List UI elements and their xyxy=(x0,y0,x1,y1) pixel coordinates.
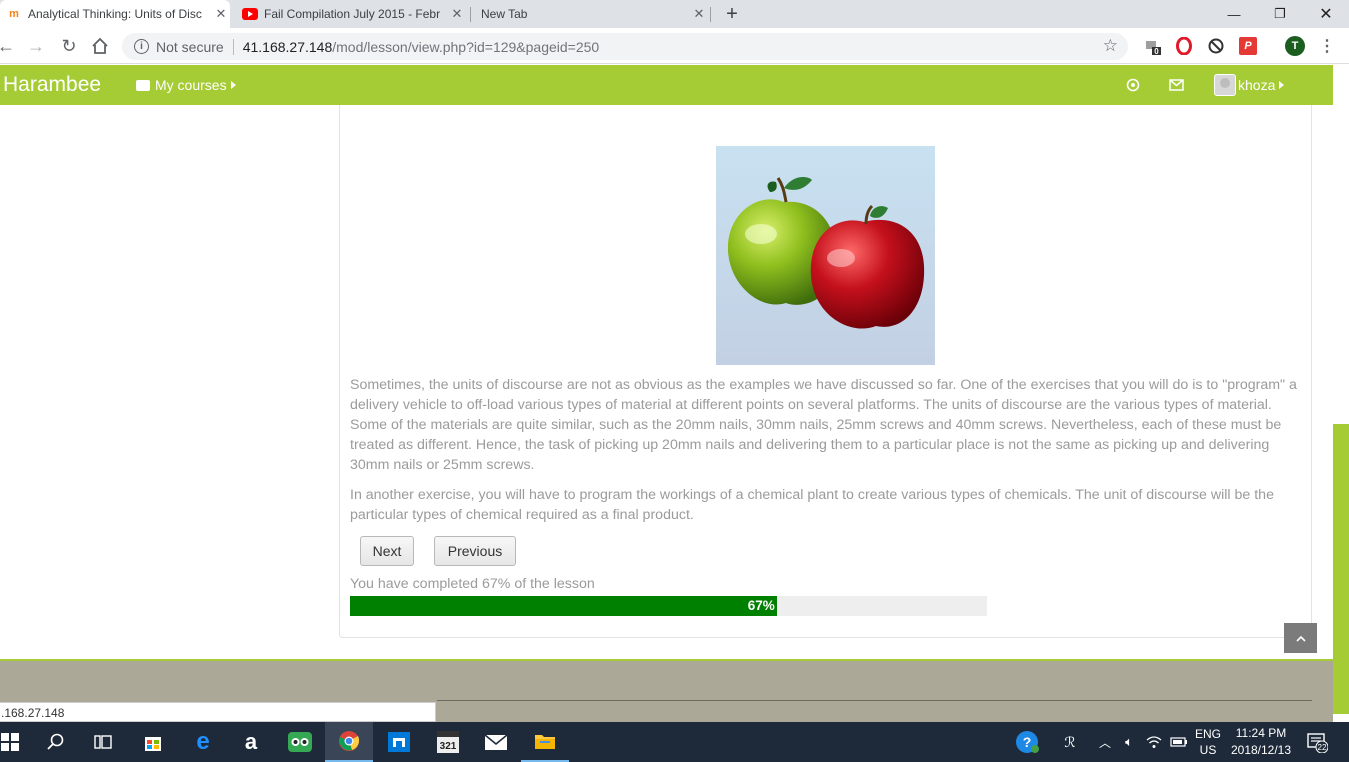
tab-title: New Tab xyxy=(481,7,528,21)
volume-icon[interactable]: 🔈︎ xyxy=(1118,722,1140,762)
wifi-icon[interactable] xyxy=(1143,722,1165,762)
tab-divider xyxy=(710,7,711,22)
tab-title: Analytical Thinking: Units of Disc xyxy=(28,7,202,21)
extension-badge-icon[interactable]: 0 xyxy=(1144,37,1162,55)
caret-right-icon xyxy=(1279,81,1285,89)
close-window-icon[interactable]: ✕ xyxy=(1303,0,1349,28)
close-tab-icon[interactable]: ✕ xyxy=(212,6,230,22)
url-path: /mod/lesson/view.php?id=129&pageid=250 xyxy=(332,38,600,55)
mail-app-icon[interactable] xyxy=(375,722,423,762)
bookmark-star-icon[interactable]: ☆ xyxy=(1103,36,1118,56)
calendar-321-icon[interactable]: 321 xyxy=(424,722,472,762)
help-icon[interactable]: ? xyxy=(1013,722,1041,762)
close-tab-icon[interactable]: ✕ xyxy=(448,6,466,22)
site-brand[interactable]: Harambee xyxy=(3,73,101,97)
p-icon[interactable]: P xyxy=(1239,37,1257,55)
site-navbar: Harambee My courses khoza xyxy=(0,65,1333,105)
edge-icon[interactable]: e xyxy=(179,722,227,762)
action-center-icon[interactable]: 22 xyxy=(1304,722,1330,762)
svg-text:?: ? xyxy=(1023,734,1032,750)
moodle-icon: m xyxy=(9,8,19,20)
forward-icon[interactable]: → xyxy=(24,34,48,58)
clock-time: 11:24 PM xyxy=(1235,726,1287,740)
decorative-arc xyxy=(810,97,840,105)
footer-divider xyxy=(437,700,1312,701)
scrollbar-thumb[interactable] xyxy=(1333,424,1349,714)
lesson-paragraph: Sometimes, the units of discourse are no… xyxy=(350,377,1297,473)
language-indicator[interactable]: ENG US xyxy=(1192,722,1224,762)
extension-badge-count: 0 xyxy=(1154,47,1159,55)
chrome-icon[interactable] xyxy=(325,722,373,762)
notification-count: 22 xyxy=(1318,743,1327,752)
menu-icon[interactable]: ⋮ xyxy=(1318,37,1336,55)
lesson-paragraph: In another exercise, you will have to pr… xyxy=(350,487,1274,523)
store-icon[interactable] xyxy=(129,722,177,762)
address-divider xyxy=(232,38,234,55)
browser-status-bar: .168.27.148 xyxy=(0,702,436,722)
security-label: Not secure xyxy=(156,38,224,55)
windows-taskbar: e a 321 ? ℛ ︿ 🔈︎ ENG US 11:24 PM 2018/12… xyxy=(0,722,1349,762)
address-bar[interactable]: i Not secure 41.168.27.148/mod/lesson/vi… xyxy=(122,33,1128,60)
language-label: ENG xyxy=(1194,727,1221,741)
notifications-icon[interactable] xyxy=(1125,77,1141,93)
previous-button[interactable]: Previous xyxy=(434,536,516,566)
clock[interactable]: 11:24 PM 2018/12/13 xyxy=(1228,722,1294,762)
chevron-up-icon[interactable]: ︿ xyxy=(1096,722,1114,762)
restore-icon[interactable]: ❐ xyxy=(1257,0,1303,28)
browser-tab-strip: m Analytical Thinking: Units of Disc ✕ F… xyxy=(0,0,1349,28)
progress-bar: 67% xyxy=(350,596,987,616)
opera-icon[interactable] xyxy=(1175,37,1193,55)
back-icon[interactable]: ← xyxy=(0,34,18,58)
progress-label: You have completed 67% of the lesson xyxy=(350,576,595,592)
amazon-icon[interactable]: a xyxy=(227,722,275,762)
new-tab-button[interactable]: + xyxy=(718,0,746,28)
browser-toolbar: ← → ↻ i Not secure 41.168.27.148/mod/les… xyxy=(0,28,1349,64)
search-icon[interactable] xyxy=(32,722,80,762)
messages-icon[interactable] xyxy=(1168,77,1184,93)
info-icon[interactable]: i xyxy=(134,39,149,54)
progress-percent: 67% xyxy=(747,598,775,613)
home-icon[interactable] xyxy=(88,34,112,58)
battery-icon[interactable] xyxy=(1168,722,1190,762)
block-icon[interactable] xyxy=(1207,37,1225,55)
clock-date: 2018/12/13 xyxy=(1230,743,1292,757)
username-label: khoza xyxy=(1238,77,1276,93)
region-label: US xyxy=(1199,743,1217,757)
caret-right-icon xyxy=(230,81,236,89)
tripadvisor-icon[interactable] xyxy=(276,722,324,762)
progress-fill: 67% xyxy=(350,596,777,616)
svg-text:321: 321 xyxy=(440,741,457,752)
my-courses-menu[interactable]: My courses xyxy=(136,77,236,93)
briefcase-icon xyxy=(136,79,150,91)
file-explorer-icon[interactable] xyxy=(521,722,569,762)
avatar xyxy=(1214,74,1236,96)
user-menu[interactable]: khoza xyxy=(1214,74,1285,96)
tab-new-tab[interactable]: New Tab ✕ xyxy=(476,0,708,28)
close-tab-icon[interactable]: ✕ xyxy=(690,6,708,22)
tab-title: Fail Compilation July 2015 - Febr xyxy=(264,7,441,21)
envelope-icon[interactable] xyxy=(472,722,520,762)
next-button[interactable]: Next xyxy=(360,536,414,566)
task-view-icon[interactable] xyxy=(79,722,127,762)
profile-icon[interactable]: T xyxy=(1285,36,1305,56)
start-icon[interactable] xyxy=(0,722,34,762)
people-icon[interactable]: ℛ xyxy=(1056,722,1084,762)
chevron-up-icon xyxy=(1295,635,1306,642)
youtube-icon xyxy=(242,6,258,22)
minimize-icon[interactable]: — xyxy=(1211,0,1257,28)
tab-divider xyxy=(470,7,471,22)
reload-icon[interactable]: ↻ xyxy=(57,34,81,58)
tab-fail-compilation[interactable]: Fail Compilation July 2015 - Febr ✕ xyxy=(236,0,466,28)
tab-analytical-thinking[interactable]: m Analytical Thinking: Units of Disc ✕ xyxy=(0,0,230,28)
my-courses-label: My courses xyxy=(155,77,227,93)
url-host: 41.168.27.148 xyxy=(242,38,333,55)
apples-image xyxy=(716,146,935,365)
scroll-to-top-button[interactable] xyxy=(1284,623,1317,653)
